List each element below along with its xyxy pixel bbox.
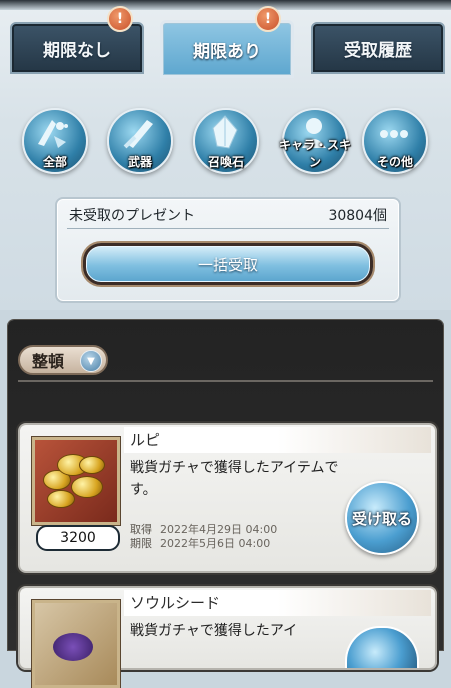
category-label: 全部 (42, 155, 67, 169)
notification-badge: ! (255, 6, 281, 32)
bulk-receive-button[interactable]: 一括受取 (83, 243, 373, 285)
unclaimed-row: 未受取のプレゼント 30804個 (69, 205, 387, 227)
acquired-date: 2022年4月29日 04:00 (160, 523, 278, 536)
notification-badge: ! (107, 6, 133, 32)
present-item-card: ルピ 戦貨ガチャで獲得したアイテムです。 3200 取得 2022年4月29日 0… (18, 423, 437, 573)
acquired-label: 取得 (130, 523, 152, 536)
receive-label: 受け取る (351, 509, 412, 528)
present-item-card: ソウルシード 戦貨ガチャで獲得したアイ (18, 586, 437, 688)
tab-label: 期限あり (193, 41, 261, 62)
tab-history[interactable]: 受取履歴 (311, 22, 445, 74)
summon-stone-icon (212, 115, 238, 149)
chevron-down-icon: ▼ (80, 350, 102, 372)
item-quantity: 3200 (36, 525, 120, 551)
rupie-coins-icon (32, 437, 120, 525)
category-character-button[interactable]: キャラ・スキン (279, 108, 351, 174)
category-label: その他 (376, 155, 413, 169)
sort-label: 整頓 (32, 352, 65, 371)
soul-seed-icon (32, 600, 120, 688)
all-items-icon (38, 120, 68, 148)
category-label: 武器 (127, 155, 152, 169)
expiry-date: 2022年5月6日 04:00 (160, 537, 271, 550)
item-dates: 取得 2022年4月29日 04:00 期限 2022年5月6日 04:00 (130, 523, 277, 551)
bulk-receive-label: 一括受取 (197, 255, 258, 274)
top-edge (0, 0, 451, 10)
tab-label: 期限なし (43, 40, 111, 61)
receive-button[interactable]: 受け取る (345, 481, 419, 555)
weapon-icon (123, 120, 153, 149)
category-label: キャラ・スキン (278, 138, 351, 169)
item-name: ルピ (130, 431, 161, 449)
divider (67, 228, 389, 229)
tab-label: 受取履歴 (344, 40, 412, 61)
unclaimed-label: 未受取のプレゼント (69, 208, 195, 224)
category-summon-button[interactable]: 召喚石 (193, 108, 259, 174)
category-all-button[interactable]: 全部 (22, 108, 88, 174)
item-description: 戦貨ガチャで獲得したアイテムです。 (130, 460, 339, 498)
sort-button[interactable]: 整頓 ▼ (18, 345, 108, 375)
category-weapon-button[interactable]: 武器 (107, 108, 173, 174)
category-other-button[interactable]: その他 (362, 108, 428, 174)
item-description: 戦貨ガチャで獲得したアイ (130, 623, 298, 639)
category-label: 召喚石 (207, 155, 244, 169)
present-summary-panel: 未受取のプレゼント 30804個 一括受取 (55, 197, 401, 303)
name-band (124, 427, 431, 453)
expiry-label: 期限 (130, 537, 152, 550)
item-name: ソウルシード (130, 594, 221, 612)
unclaimed-count: 30804個 (328, 208, 387, 224)
other-icon (380, 130, 408, 138)
divider (18, 380, 433, 382)
